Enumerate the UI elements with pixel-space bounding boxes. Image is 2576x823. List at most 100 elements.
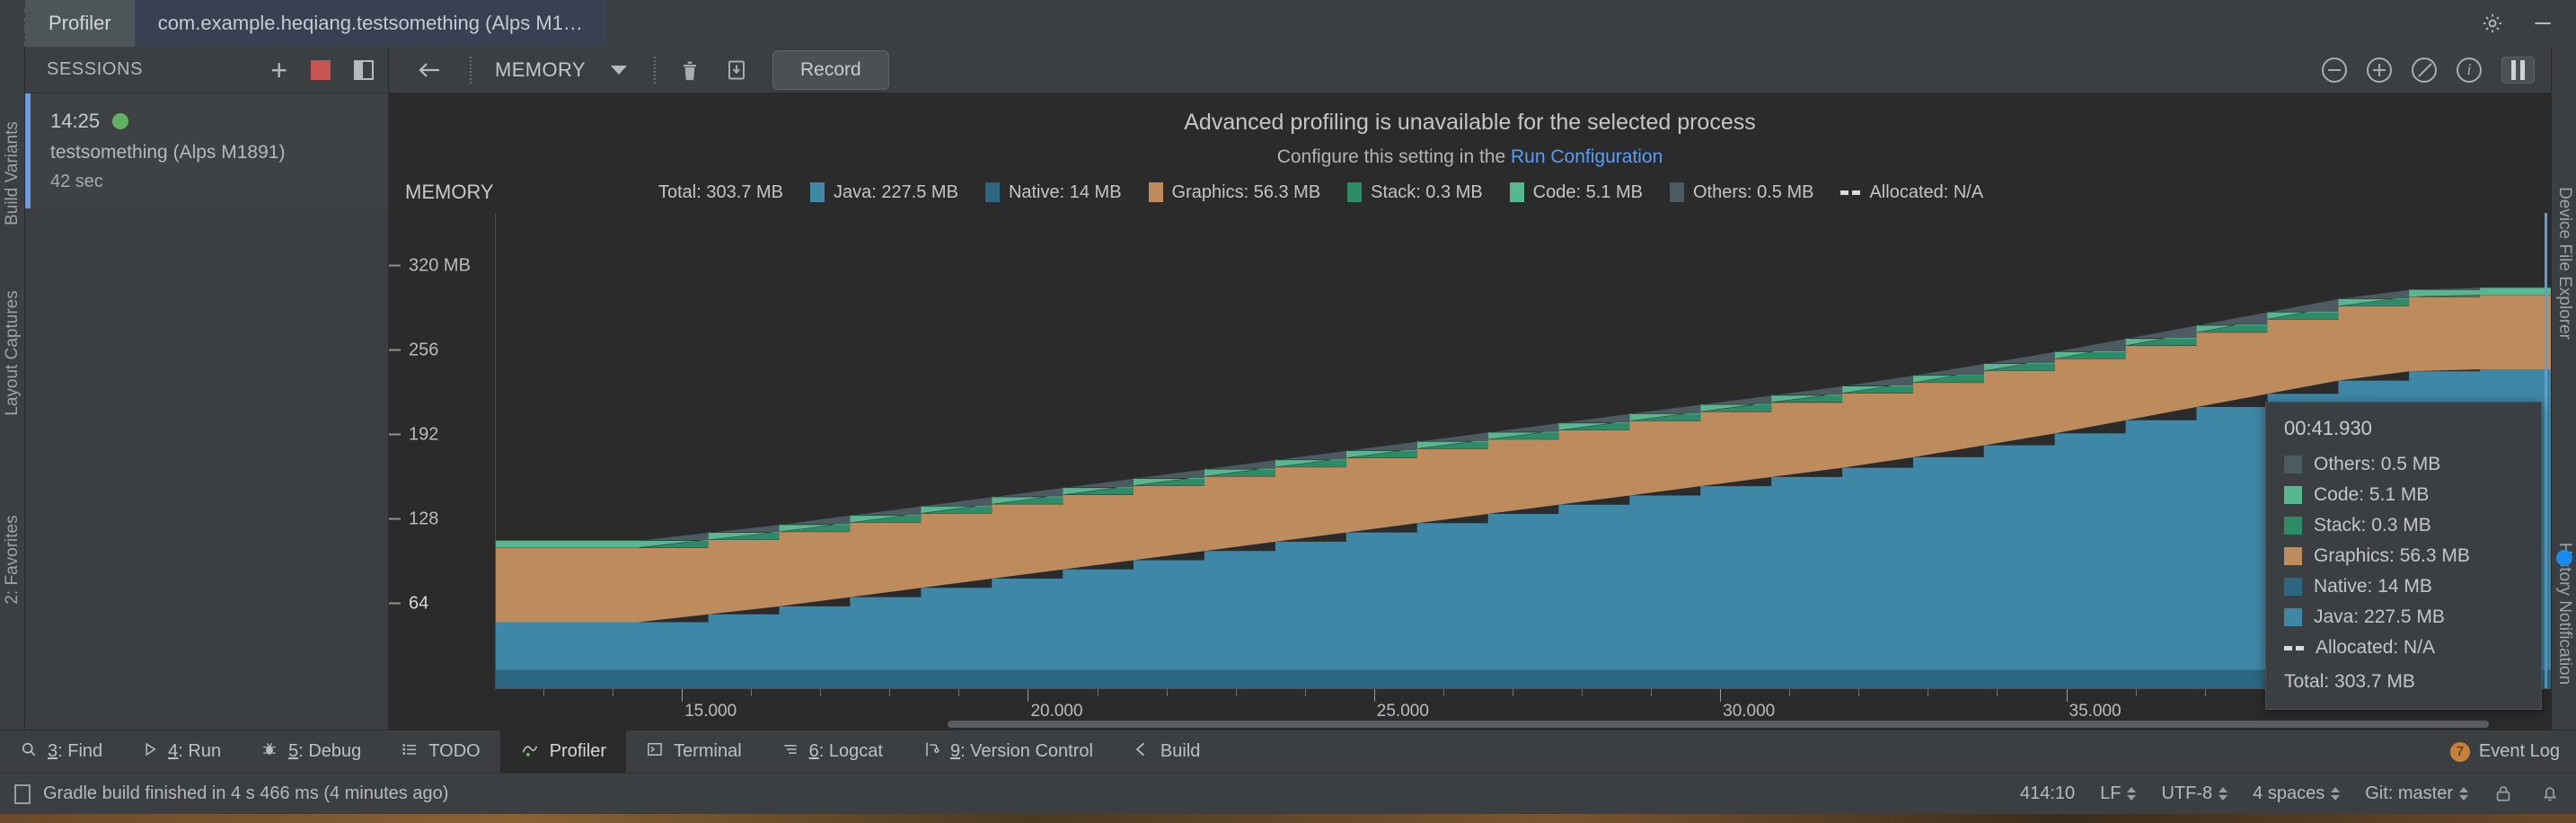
tab-profiler[interactable]: Profiler bbox=[25, 0, 135, 47]
left-rail-top-segment: Resource Manager bbox=[0, 0, 25, 47]
tooltip-row: Stack: 0.3 MB bbox=[2284, 510, 2521, 541]
horizontal-scrollbar[interactable] bbox=[495, 721, 2551, 730]
tool-window-bar: 3: Find 4: Run 5: Debug TODO Profiler Termina… bbox=[0, 730, 2576, 773]
legend-item-label: Stack: 0.3 MB bbox=[1371, 181, 1483, 202]
tool-window-button-terminal[interactable]: Terminal bbox=[626, 730, 762, 773]
tool-window-button-build[interactable]: Build bbox=[1113, 730, 1220, 773]
session-list-item[interactable]: 14:25 testsomething (Alps M1891) 42 sec bbox=[25, 93, 388, 208]
git-branch-selector[interactable]: Git: master bbox=[2365, 783, 2468, 804]
trash-icon[interactable] bbox=[666, 58, 713, 82]
tooltip-row: Native: 14 MB bbox=[2284, 571, 2521, 602]
x-axis-minor-tick bbox=[1789, 689, 1791, 696]
legend-item-stack: Stack: 0.3 MB bbox=[1347, 182, 1483, 203]
status-message-group: Gradle build finished in 4 s 466 ms (4 m… bbox=[14, 783, 448, 804]
run-configuration-link[interactable]: Run Configuration bbox=[1511, 146, 1663, 167]
y-tick-mark bbox=[389, 518, 401, 520]
back-arrow-icon[interactable] bbox=[400, 58, 459, 82]
chevron-updown-icon bbox=[2331, 787, 2341, 801]
indent-selector[interactable]: 4 spaces bbox=[2253, 783, 2341, 804]
chart-title: MEMORY bbox=[405, 181, 494, 203]
tool-window-button-logcat[interactable]: 6: Logcat bbox=[762, 730, 903, 773]
x-axis-minor-tick bbox=[1997, 689, 1998, 696]
tool-window-label: 4: Run bbox=[168, 741, 222, 761]
y-tick-label: 320 MB bbox=[409, 255, 471, 276]
x-axis-minor-tick bbox=[1235, 689, 1237, 696]
caret-position[interactable]: 414:10 bbox=[2020, 783, 2075, 804]
rail-label-layout-captures[interactable]: Layout Captures bbox=[3, 290, 22, 415]
encoding-selector[interactable]: UTF-8 bbox=[2161, 783, 2228, 804]
chevron-updown-icon bbox=[2459, 787, 2468, 801]
tooltip-row: Java: 227.5 MB bbox=[2284, 602, 2521, 633]
pause-live-icon[interactable] bbox=[2501, 56, 2535, 84]
sessions-header: SESSIONS + bbox=[25, 47, 388, 93]
tab-process[interactable]: com.example.heqiang.testsomething (Alps … bbox=[134, 0, 606, 47]
notification-dot-icon[interactable] bbox=[2556, 550, 2572, 566]
area-series-native bbox=[496, 669, 2551, 688]
tool-window-button-todo[interactable]: TODO bbox=[381, 730, 499, 773]
plus-icon[interactable]: + bbox=[270, 56, 287, 84]
tool-window-label: Terminal bbox=[674, 741, 742, 761]
git-branch-label: Git: master bbox=[2365, 783, 2453, 803]
x-axis-minor-tick bbox=[820, 689, 822, 696]
tooltip-row-label: Java: 227.5 MB bbox=[2314, 606, 2445, 627]
rail-label-build-variants[interactable]: Build Variants bbox=[3, 121, 22, 226]
legend-item-native: Native: 14 MB bbox=[984, 182, 1122, 203]
y-tick-label: 64 bbox=[409, 593, 429, 614]
profiler-main: MEMORY Record i Advanced profiling is un… bbox=[389, 47, 2552, 730]
tool-window-label: 5: Debug bbox=[288, 741, 362, 761]
zoom-out-icon[interactable] bbox=[2322, 57, 2347, 83]
legend-swatch bbox=[1509, 182, 1524, 202]
line-separator-selector[interactable]: LF bbox=[2100, 783, 2137, 804]
x-axis: 15.000 20.000 25.000 30.000 35.000 bbox=[495, 688, 2552, 730]
banner-subline: Configure this setting in the Run Config… bbox=[389, 146, 2551, 168]
tooltip-row: Allocated: N/A bbox=[2284, 633, 2521, 663]
tool-window-button-versioncontrol[interactable]: 9: Version Control bbox=[903, 730, 1113, 773]
session-duration: 42 sec bbox=[50, 172, 103, 191]
profiler-tab-bar: Resource Manager Profiler com.example.he… bbox=[0, 0, 2576, 47]
legend-swatch bbox=[1347, 182, 1363, 202]
tool-window-button-find[interactable]: 3: Find bbox=[0, 730, 122, 773]
y-tick-label: 192 bbox=[409, 424, 439, 445]
rail-label-device-file-explorer[interactable]: Device File Explorer bbox=[2554, 187, 2574, 340]
reset-zoom-icon[interactable] bbox=[2412, 57, 2437, 83]
legend-item-others: Others: 0.5 MB bbox=[1669, 182, 1813, 203]
profiler-stage-label[interactable]: MEMORY bbox=[482, 58, 598, 82]
android-studio-window: Resource Manager Profiler com.example.he… bbox=[0, 0, 2576, 823]
chevron-down-icon[interactable] bbox=[611, 65, 628, 75]
profiler-toolbar: MEMORY Record i bbox=[389, 47, 2551, 93]
search-icon bbox=[20, 740, 38, 764]
tooltip-swatch bbox=[2284, 517, 2302, 535]
stop-icon[interactable] bbox=[311, 59, 331, 80]
legend-item-graphics: Graphics: 56.3 MB bbox=[1148, 182, 1320, 203]
zoom-in-icon[interactable] bbox=[2367, 57, 2392, 83]
indent-label: 4 spaces bbox=[2253, 783, 2325, 803]
rail-label-favorites[interactable]: 2: Favorites bbox=[3, 515, 22, 604]
gear-icon[interactable] bbox=[2479, 10, 2506, 37]
record-button[interactable]: Record bbox=[772, 49, 889, 90]
legend-item-label: Java: 227.5 MB bbox=[833, 181, 958, 202]
tool-window-label: 9: Version Control bbox=[949, 741, 1093, 761]
x-axis-tick-label: 25.000 bbox=[1376, 702, 1429, 721]
notification-icon[interactable] bbox=[2540, 783, 2562, 805]
y-tick-mark bbox=[389, 433, 401, 436]
minimize-icon[interactable] bbox=[2529, 10, 2556, 37]
y-tick-mark bbox=[389, 264, 401, 267]
tooltip-dash-icon bbox=[2284, 645, 2304, 650]
event-log-button[interactable]: 7 Event Log bbox=[2449, 741, 2560, 762]
tooltip-row: Code: 5.1 MB bbox=[2284, 480, 2521, 510]
tool-window-button-profiler[interactable]: Profiler bbox=[499, 730, 627, 773]
export-heap-dump-icon[interactable] bbox=[713, 58, 760, 82]
lock-icon[interactable] bbox=[2493, 783, 2515, 805]
plot-canvas[interactable] bbox=[495, 213, 2551, 688]
advanced-profiling-banner: Advanced profiling is unavailable for th… bbox=[389, 93, 2551, 175]
x-axis-major-tick bbox=[2066, 689, 2068, 702]
terminal-icon bbox=[646, 740, 664, 764]
event-log-book-icon[interactable] bbox=[14, 783, 31, 804]
info-icon[interactable]: i bbox=[2457, 57, 2482, 83]
rail-label-resource-manager[interactable]: Resource Manager bbox=[20, 0, 25, 47]
tool-window-label: TODO bbox=[428, 741, 481, 761]
tool-window-button-run[interactable]: 4: Run bbox=[122, 730, 241, 773]
tool-window-button-debug[interactable]: 5: Debug bbox=[241, 730, 381, 773]
session-time: 14:25 bbox=[50, 110, 101, 132]
split-view-icon[interactable] bbox=[354, 59, 374, 80]
